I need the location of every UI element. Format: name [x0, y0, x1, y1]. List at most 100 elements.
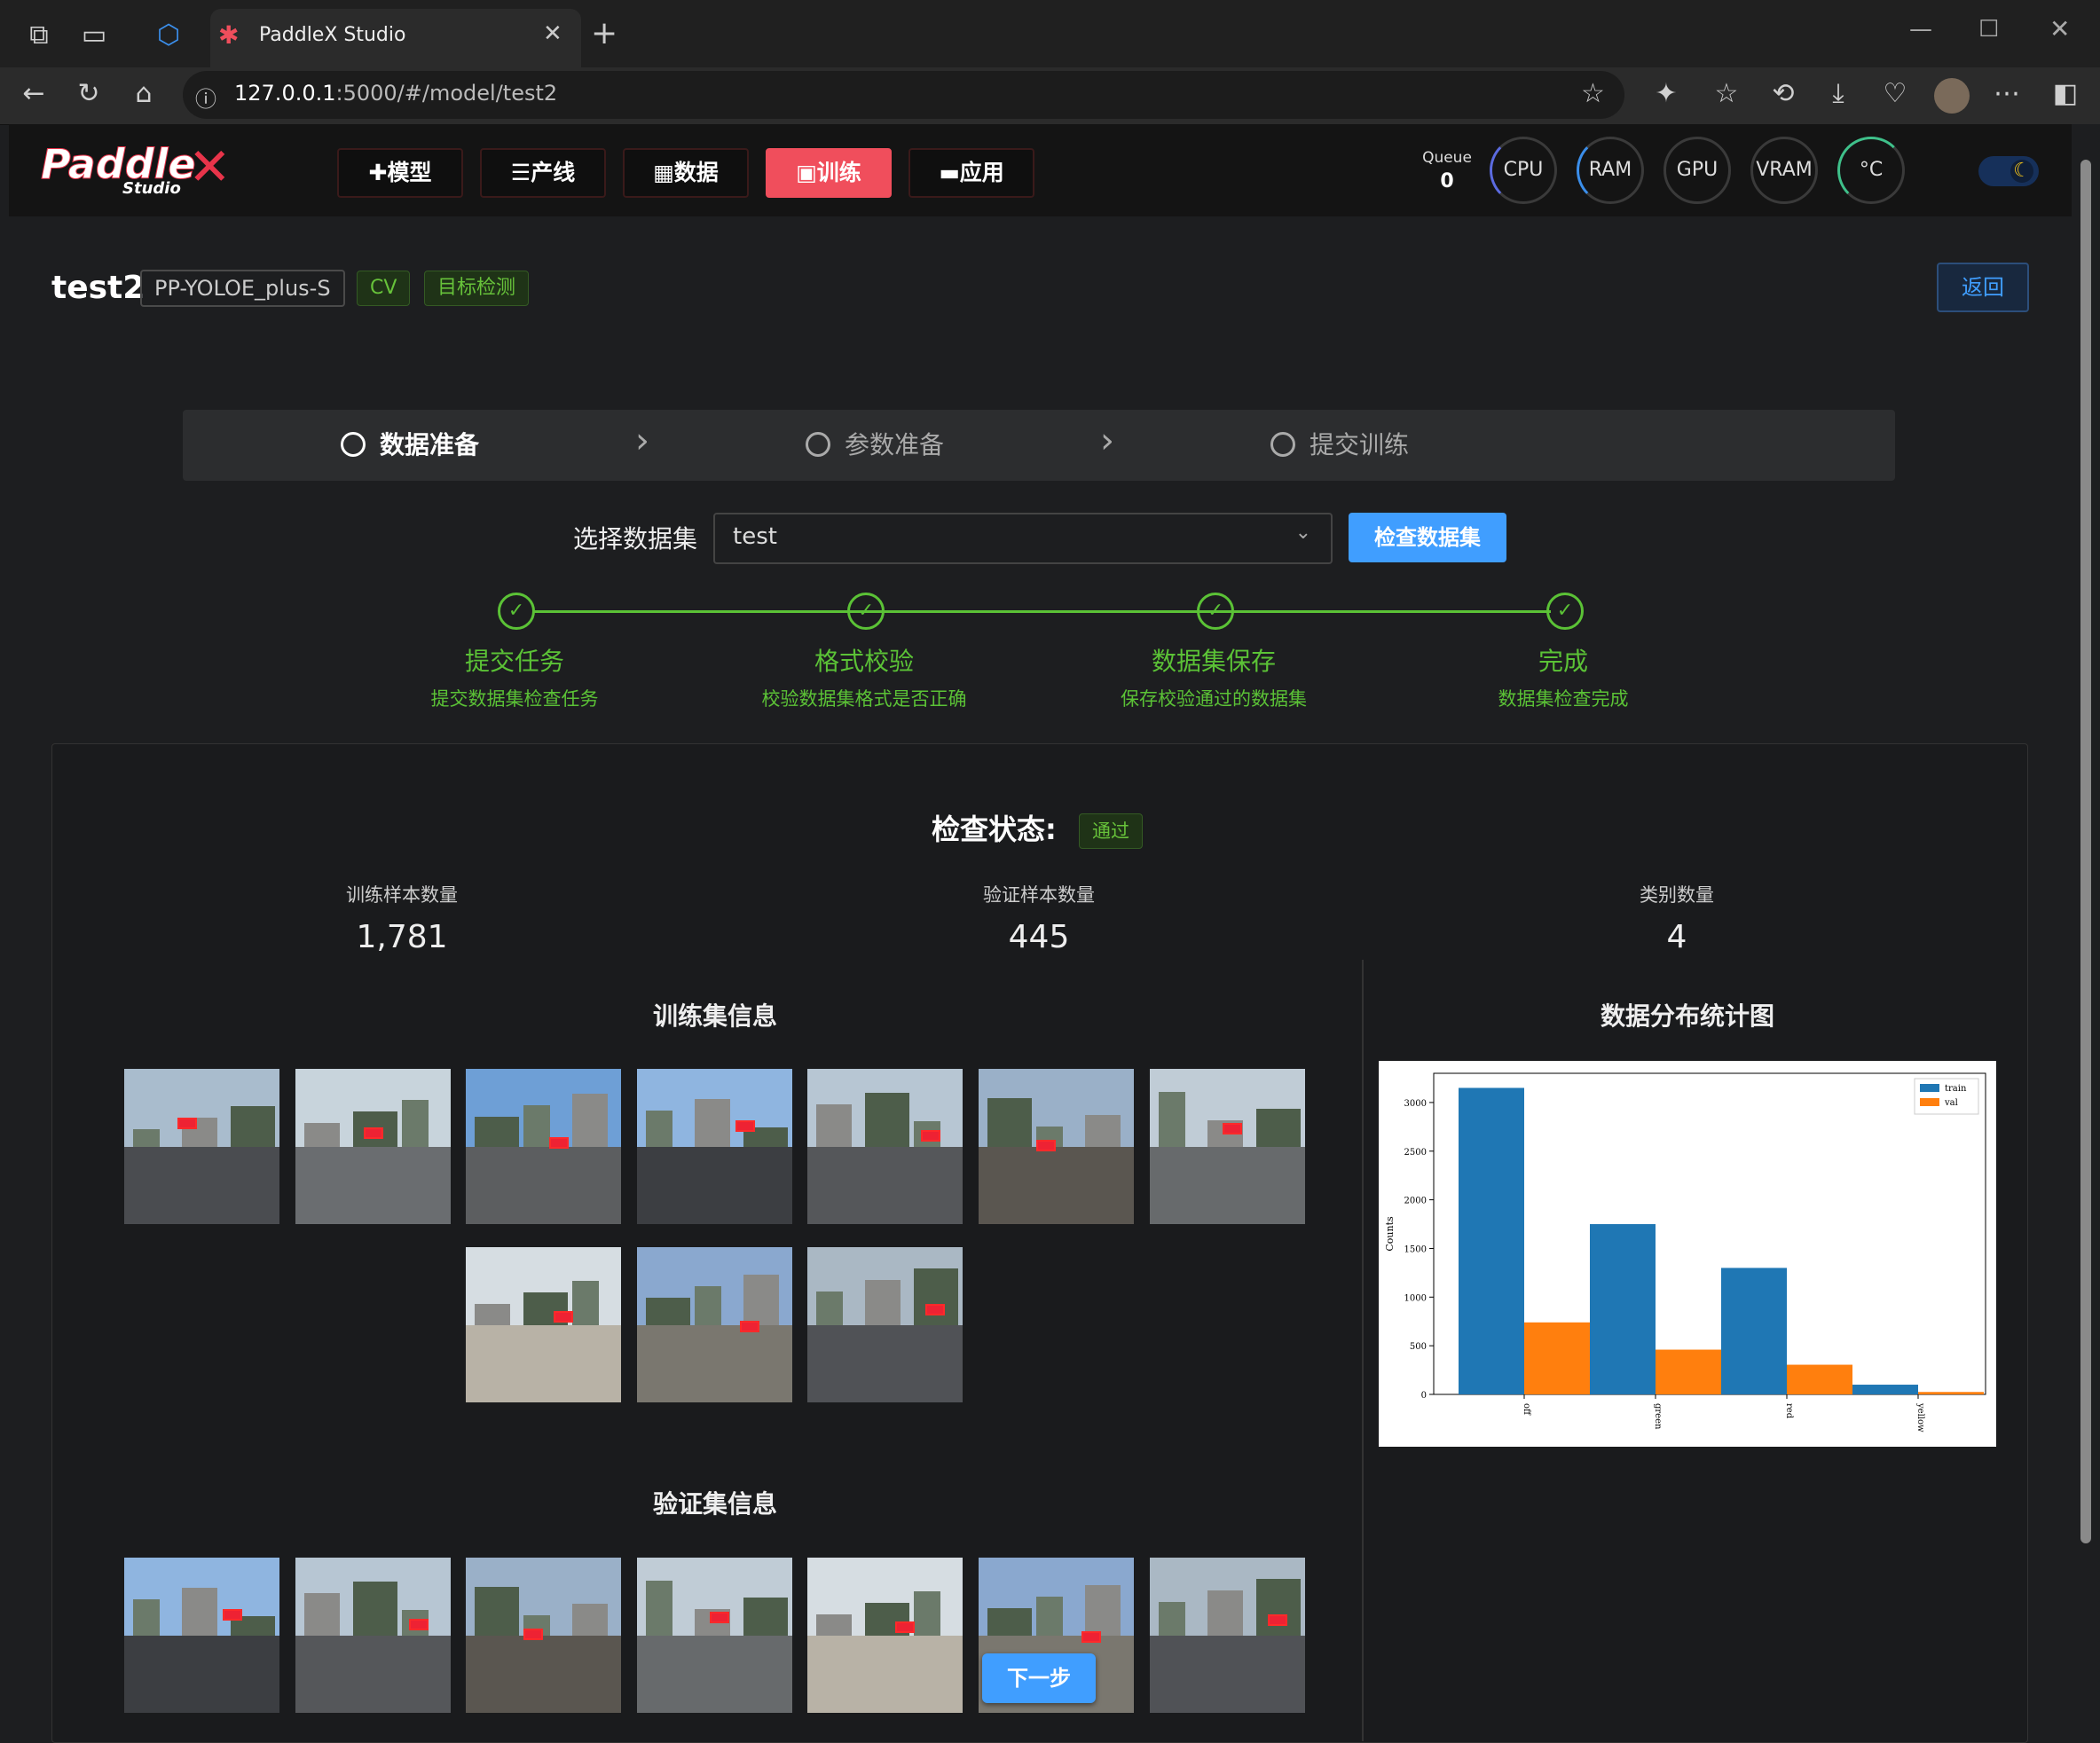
- bar-train-yellow: [1852, 1385, 1918, 1394]
- page-scrollbar[interactable]: [2072, 124, 2100, 1741]
- val-thumbnail[interactable]: [807, 1558, 963, 1713]
- y-tick-label: 2500: [1404, 1148, 1427, 1158]
- val-set-title: 验证集信息: [652, 1489, 777, 1519]
- y-tick-label: 0: [1421, 1391, 1427, 1401]
- check-circle-icon: ✓: [1546, 593, 1584, 630]
- site-info-icon[interactable]: ⓘ: [195, 82, 216, 113]
- train-thumbnail[interactable]: [466, 1247, 621, 1402]
- cpu-gauge: CPU: [1490, 137, 1557, 204]
- maximize-icon[interactable]: ☐: [1978, 16, 1999, 43]
- step-circle-icon: [1270, 432, 1295, 457]
- tab-close-icon[interactable]: ✕: [543, 20, 562, 48]
- paddlex-logo[interactable]: Paddle ✕ Studio: [41, 137, 245, 204]
- val-count-value: 445: [1008, 919, 1070, 955]
- legend-label-val: val: [1944, 1098, 1958, 1108]
- back-icon[interactable]: ←: [14, 76, 53, 112]
- val-thumbnail[interactable]: [124, 1558, 279, 1713]
- train-count-value: 1,781: [356, 919, 448, 955]
- avatar[interactable]: [1934, 78, 1970, 114]
- nav-data-button[interactable]: ▦数据: [623, 148, 749, 198]
- health-icon[interactable]: ♡: [1876, 76, 1915, 112]
- step-circle-icon: [806, 432, 830, 457]
- x-tick-label: red: [1784, 1403, 1794, 1419]
- bar-val-red: [1787, 1364, 1852, 1394]
- nav-app-button[interactable]: ▬应用: [908, 148, 1034, 198]
- bar-train-green: [1590, 1224, 1656, 1394]
- nav-pipeline-button[interactable]: ☰产线: [480, 148, 606, 198]
- train-thumbnail[interactable]: [637, 1247, 792, 1402]
- train-thumbnail[interactable]: [124, 1069, 279, 1224]
- y-axis-label: Counts: [1384, 1216, 1396, 1252]
- train-set-title: 训练集信息: [652, 1001, 777, 1031]
- progress-step-title: 完成: [1538, 647, 1588, 676]
- check-circle-icon: ✓: [847, 593, 885, 630]
- x-tick-label: green: [1653, 1403, 1663, 1430]
- train-thumbnail[interactable]: [979, 1069, 1134, 1224]
- nav-model-button[interactable]: ✚模型: [337, 148, 463, 198]
- minimize-icon[interactable]: —: [1909, 16, 1932, 43]
- distribution-chart: 0 500 1000 1500 2000 2500 3000 Counts off green re…: [1379, 1061, 1996, 1447]
- y-tick-label: 2000: [1404, 1197, 1427, 1206]
- y-tick-label: 3000: [1404, 1099, 1427, 1109]
- step-param-prep[interactable]: 参数准备: [806, 426, 944, 461]
- download-icon[interactable]: ⤓: [1819, 76, 1858, 112]
- queue-value: 0: [1440, 170, 1454, 192]
- bar-train-off: [1459, 1087, 1524, 1394]
- workspaces-icon[interactable]: ⧉: [20, 18, 59, 53]
- chart-title: 数据分布统计图: [1600, 1001, 1774, 1031]
- val-thumbnail[interactable]: [295, 1558, 451, 1713]
- extensions-icon[interactable]: ✦: [1647, 76, 1686, 112]
- next-step-button[interactable]: 下一步: [982, 1653, 1096, 1703]
- sidebar-toggle-icon[interactable]: ◧: [2046, 76, 2085, 112]
- bar-train-red: [1721, 1268, 1787, 1394]
- tab-actions-icon[interactable]: ▭: [75, 18, 114, 53]
- scrollbar-thumb[interactable]: [2080, 160, 2091, 1543]
- temperature-gauge: °C: [1837, 137, 1905, 204]
- train-thumbnail[interactable]: [807, 1247, 963, 1402]
- task-tag: 目标检测: [424, 271, 530, 306]
- check-circle-icon: ✓: [1197, 593, 1234, 630]
- bar-val-off: [1524, 1322, 1590, 1394]
- val-thumbnail[interactable]: [1150, 1558, 1305, 1713]
- history-icon[interactable]: ⟲: [1764, 76, 1803, 112]
- legend-swatch-train: [1920, 1084, 1939, 1092]
- window-close-icon[interactable]: ✕: [2049, 14, 2070, 43]
- vram-gauge: VRAM: [1750, 137, 1818, 204]
- dataset-select[interactable]: test ⌄: [713, 513, 1333, 564]
- class-count-label: 类别数量: [1640, 884, 1714, 906]
- x-tick-label: off: [1522, 1403, 1531, 1416]
- train-thumbnail[interactable]: [637, 1069, 792, 1224]
- favorites-icon[interactable]: ☆: [1707, 76, 1746, 112]
- ram-gauge: RAM: [1577, 137, 1644, 204]
- progress-step-title: 格式校验: [814, 647, 914, 676]
- paddlex-favicon-icon: ✱: [218, 20, 240, 50]
- val-thumbnail[interactable]: [466, 1558, 621, 1713]
- train-thumbnail[interactable]: [807, 1069, 963, 1224]
- progress-step-desc: 提交数据集检查任务: [430, 688, 599, 710]
- vertical-divider: [1362, 960, 1364, 1741]
- home-icon[interactable]: ⌂: [124, 76, 163, 112]
- theme-toggle[interactable]: ☾: [1978, 156, 2039, 186]
- legend-label-train: train: [1945, 1084, 1967, 1094]
- gpu-gauge: GPU: [1663, 137, 1731, 204]
- progress-step-desc: 保存校验通过的数据集: [1121, 688, 1307, 710]
- extension-tab-icon[interactable]: ⬡: [149, 18, 188, 53]
- favorite-star-icon[interactable]: ☆: [1581, 78, 1605, 109]
- new-tab-icon[interactable]: +: [591, 16, 617, 51]
- train-thumbnail[interactable]: [466, 1069, 621, 1224]
- step-submit-train[interactable]: 提交训练: [1270, 426, 1409, 461]
- back-button[interactable]: 返回: [1937, 263, 2029, 312]
- moon-icon: ☾: [2010, 160, 2033, 183]
- dataset-select-label: 选择数据集: [573, 524, 698, 554]
- refresh-icon[interactable]: ↻: [69, 76, 108, 112]
- dataset-select-value: test: [733, 523, 777, 550]
- bar-val-yellow: [1918, 1392, 1984, 1394]
- train-thumbnail[interactable]: [295, 1069, 451, 1224]
- check-dataset-button[interactable]: 检查数据集: [1349, 513, 1506, 562]
- check-status-label: 检查状态:: [932, 813, 1057, 846]
- more-icon[interactable]: ⋯: [1987, 76, 2026, 112]
- train-thumbnail[interactable]: [1150, 1069, 1305, 1224]
- nav-train-button[interactable]: ▣训练: [766, 148, 892, 198]
- step-data-prep[interactable]: 数据准备: [341, 426, 479, 461]
- val-thumbnail[interactable]: [637, 1558, 792, 1713]
